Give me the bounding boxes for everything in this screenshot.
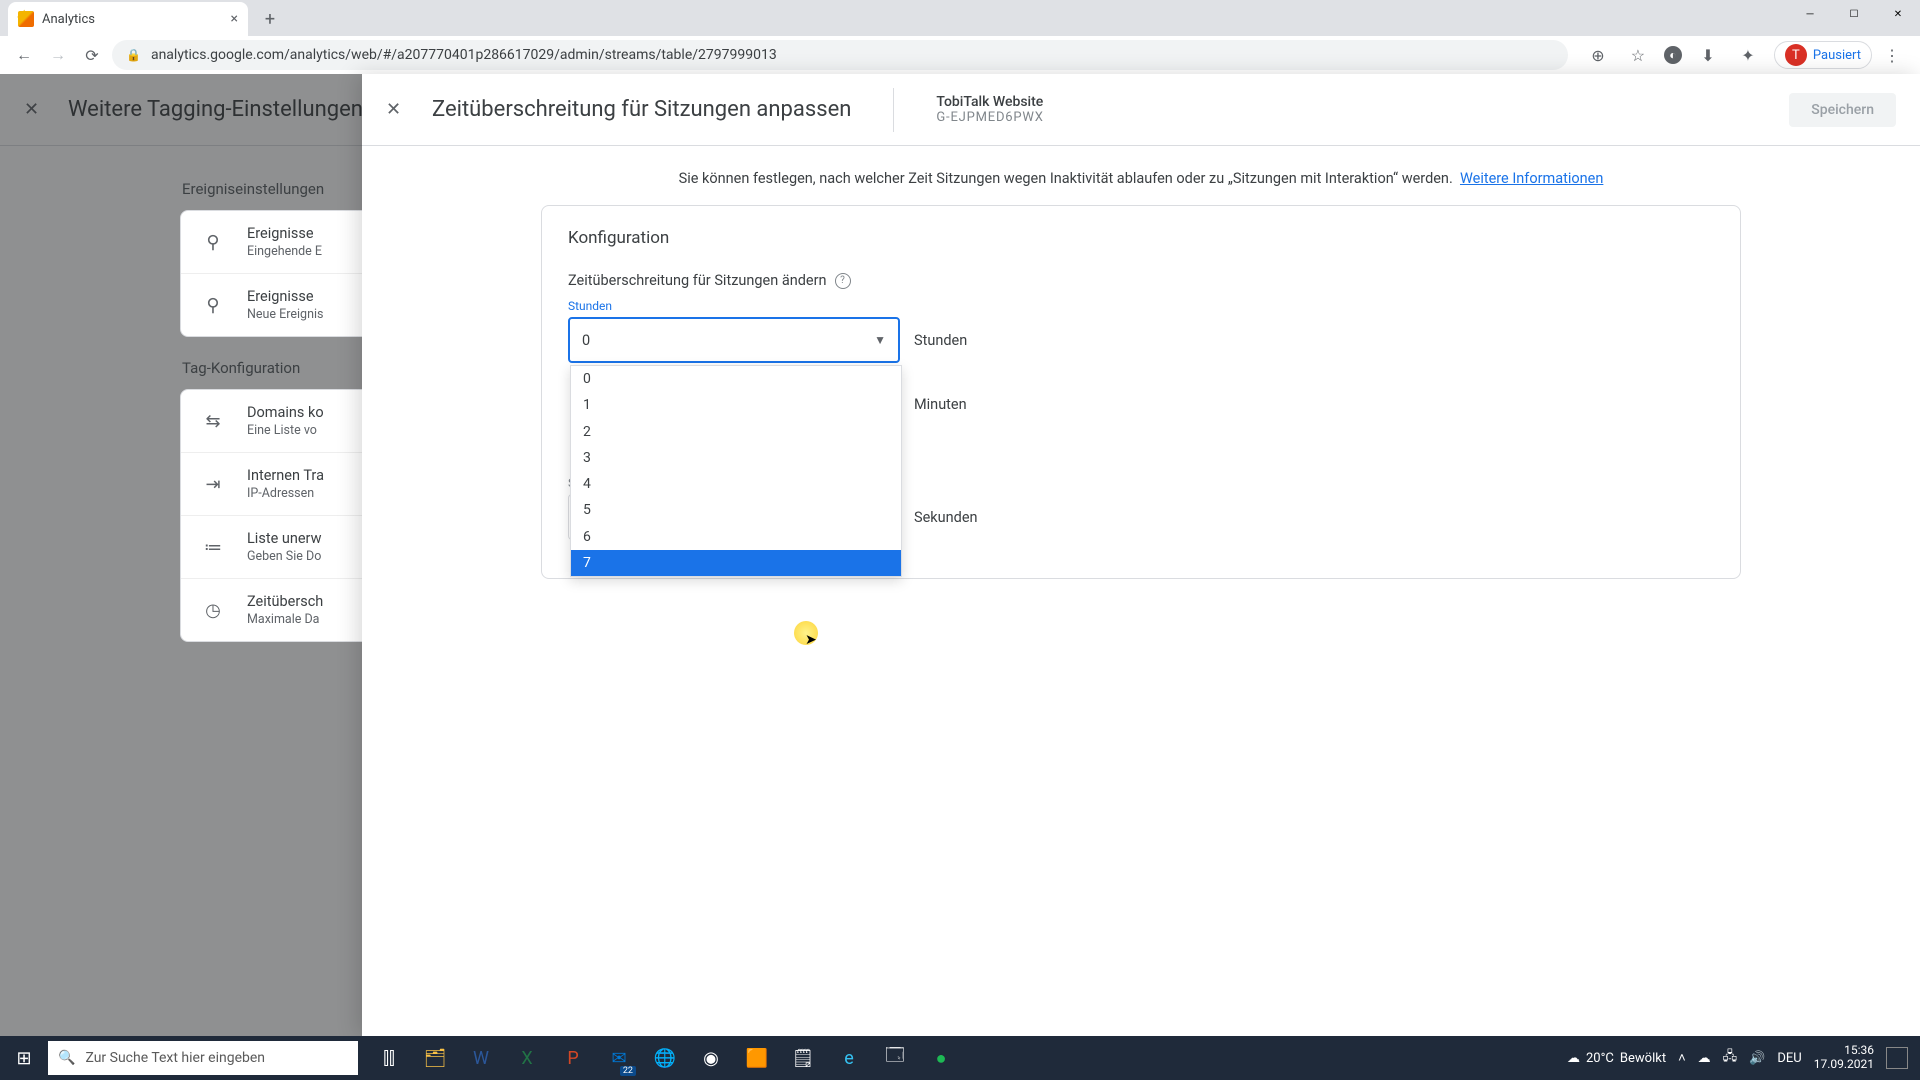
close-icon[interactable]: ×	[231, 11, 238, 27]
windows-taskbar: ⊞ 🔍 Zur Suche Text hier eingeben ⫿⫿ 🗂 W …	[0, 1036, 1920, 1080]
app-icon[interactable]: 🗔	[872, 1036, 918, 1080]
hours-label: Stunden	[568, 299, 1714, 313]
app-icon[interactable]: 🗒	[780, 1036, 826, 1080]
save-button[interactable]: Speichern	[1789, 93, 1896, 127]
config-card: Konfiguration Zeitüberschreitung für Sit…	[541, 205, 1741, 579]
dropdown-option[interactable]: 1	[571, 392, 901, 418]
bookmark-icon[interactable]: ☆	[1624, 41, 1652, 69]
sliders-icon: ⚲	[199, 228, 227, 256]
list-icon: ≔	[199, 533, 227, 561]
window-minimize[interactable]: ─	[1788, 0, 1832, 28]
dropdown-option[interactable]: 4	[571, 471, 901, 497]
profile-chip[interactable]: T Pausiert	[1774, 41, 1872, 69]
browser-tab[interactable]: Analytics ×	[8, 2, 248, 36]
tray-chevron-icon[interactable]: ˄	[1678, 1050, 1686, 1066]
dropdown-option[interactable]: 7	[571, 550, 901, 576]
address-bar[interactable]: 🔒 analytics.google.com/analytics/web/#/a…	[112, 40, 1568, 70]
extensions-icon[interactable]: ✦	[1734, 41, 1762, 69]
dropdown-option[interactable]: 3	[571, 445, 901, 471]
task-view-icon[interactable]: ⫿⫿	[366, 1036, 412, 1080]
new-tab-button[interactable]: +	[256, 5, 284, 33]
browser-chrome: ─ ☐ ✕ Analytics × + ← → ⟳ 🔒 analytics.go…	[0, 0, 1920, 74]
import-icon: ⇥	[199, 470, 227, 498]
word-icon[interactable]: W	[458, 1036, 504, 1080]
forward-button[interactable]: →	[44, 41, 72, 69]
avatar: T	[1785, 44, 1807, 66]
excel-icon[interactable]: X	[504, 1036, 550, 1080]
profile-status: Pausiert	[1813, 48, 1861, 63]
network-icon[interactable]: 🖧	[1723, 1047, 1738, 1069]
page-viewport: ✕ Weitere Tagging-Einstellungen Ereignis…	[0, 74, 1920, 1036]
window-close[interactable]: ✕	[1876, 0, 1920, 28]
zoom-icon[interactable]: ⊕	[1584, 41, 1612, 69]
notifications-icon[interactable]	[1886, 1047, 1908, 1069]
hours-value: 0	[582, 332, 590, 349]
hours-unit: Stunden	[914, 332, 967, 349]
taskbar-search[interactable]: 🔍 Zur Suche Text hier eingeben	[48, 1041, 358, 1075]
close-icon[interactable]: ✕	[386, 99, 410, 120]
session-timeout-heading: Zeitüberschreitung für Sitzungen ändern …	[568, 272, 1714, 289]
dropdown-option[interactable]: 2	[571, 419, 901, 445]
download-icon[interactable]: ⬇	[1694, 41, 1722, 69]
reload-button[interactable]: ⟳	[78, 41, 106, 69]
weather-widget[interactable]: ☁ 20°C Bewölkt	[1567, 1051, 1666, 1066]
volume-icon[interactable]: 🔊	[1749, 1051, 1765, 1066]
spotify-icon[interactable]: ●	[918, 1036, 964, 1080]
incognito-icon[interactable]: ◐	[1664, 46, 1682, 64]
menu-icon[interactable]: ⋮	[1884, 46, 1900, 65]
edge-icon[interactable]: e	[826, 1036, 872, 1080]
sliders-icon: ⚲	[199, 291, 227, 319]
search-placeholder: Zur Suche Text hier eingeben	[85, 1050, 265, 1066]
chrome-icon[interactable]: 🌐	[642, 1036, 688, 1080]
chevron-down-icon: ▼	[874, 333, 886, 347]
language-indicator[interactable]: DEU	[1777, 1051, 1801, 1066]
weather-icon: ☁	[1567, 1051, 1580, 1066]
minutes-unit: Minuten	[914, 396, 967, 413]
onedrive-icon[interactable]: ☁	[1698, 1051, 1711, 1066]
taskbar-clock[interactable]: 15:36 17.09.2021	[1814, 1044, 1874, 1072]
start-button[interactable]: ⊞	[0, 1036, 48, 1080]
dropdown-option[interactable]: 5	[571, 497, 901, 523]
learn-more-link[interactable]: Weitere Informationen	[1460, 170, 1603, 187]
property-info: TobiTalk Website G-EJPMED6PWX	[936, 94, 1043, 125]
help-icon[interactable]: ?	[835, 273, 851, 289]
explorer-icon[interactable]: 🗂	[412, 1036, 458, 1080]
seconds-unit: Sekunden	[914, 509, 978, 526]
powerpoint-icon[interactable]: P	[550, 1036, 596, 1080]
tab-title: Analytics	[42, 12, 223, 27]
url-text: analytics.google.com/analytics/web/#/a20…	[151, 47, 777, 63]
link-icon: ⇆	[199, 407, 227, 435]
mail-icon[interactable]: ✉22	[596, 1036, 642, 1080]
dropdown-option[interactable]: 6	[571, 524, 901, 550]
slideover-panel: ✕ Zeitüberschreitung für Sitzungen anpas…	[362, 74, 1920, 1036]
app-icon[interactable]: 🟧	[734, 1036, 780, 1080]
clock-icon: ◷	[199, 596, 227, 624]
hours-dropdown: 0 1 2 3 4 5 6 7	[570, 365, 902, 577]
lock-icon: 🔒	[126, 48, 141, 62]
card-title: Konfiguration	[568, 228, 1714, 248]
obs-icon[interactable]: ◉	[688, 1036, 734, 1080]
analytics-favicon-icon	[18, 11, 34, 27]
panel-title: Zeitüberschreitung für Sitzungen anpasse…	[432, 97, 851, 122]
panel-header: ✕ Zeitüberschreitung für Sitzungen anpas…	[362, 74, 1920, 146]
property-id: G-EJPMED6PWX	[936, 110, 1043, 125]
search-icon: 🔍	[58, 1050, 75, 1066]
intro-text: Sie können festlegen, nach welcher Zeit …	[386, 170, 1896, 187]
hours-select[interactable]: 0 ▼ 0 1 2 3 4 5 6 7	[568, 317, 900, 363]
dropdown-option[interactable]: 0	[571, 366, 901, 392]
divider	[893, 88, 894, 132]
window-maximize[interactable]: ☐	[1832, 0, 1876, 28]
back-button[interactable]: ←	[10, 41, 38, 69]
property-name: TobiTalk Website	[936, 94, 1043, 110]
